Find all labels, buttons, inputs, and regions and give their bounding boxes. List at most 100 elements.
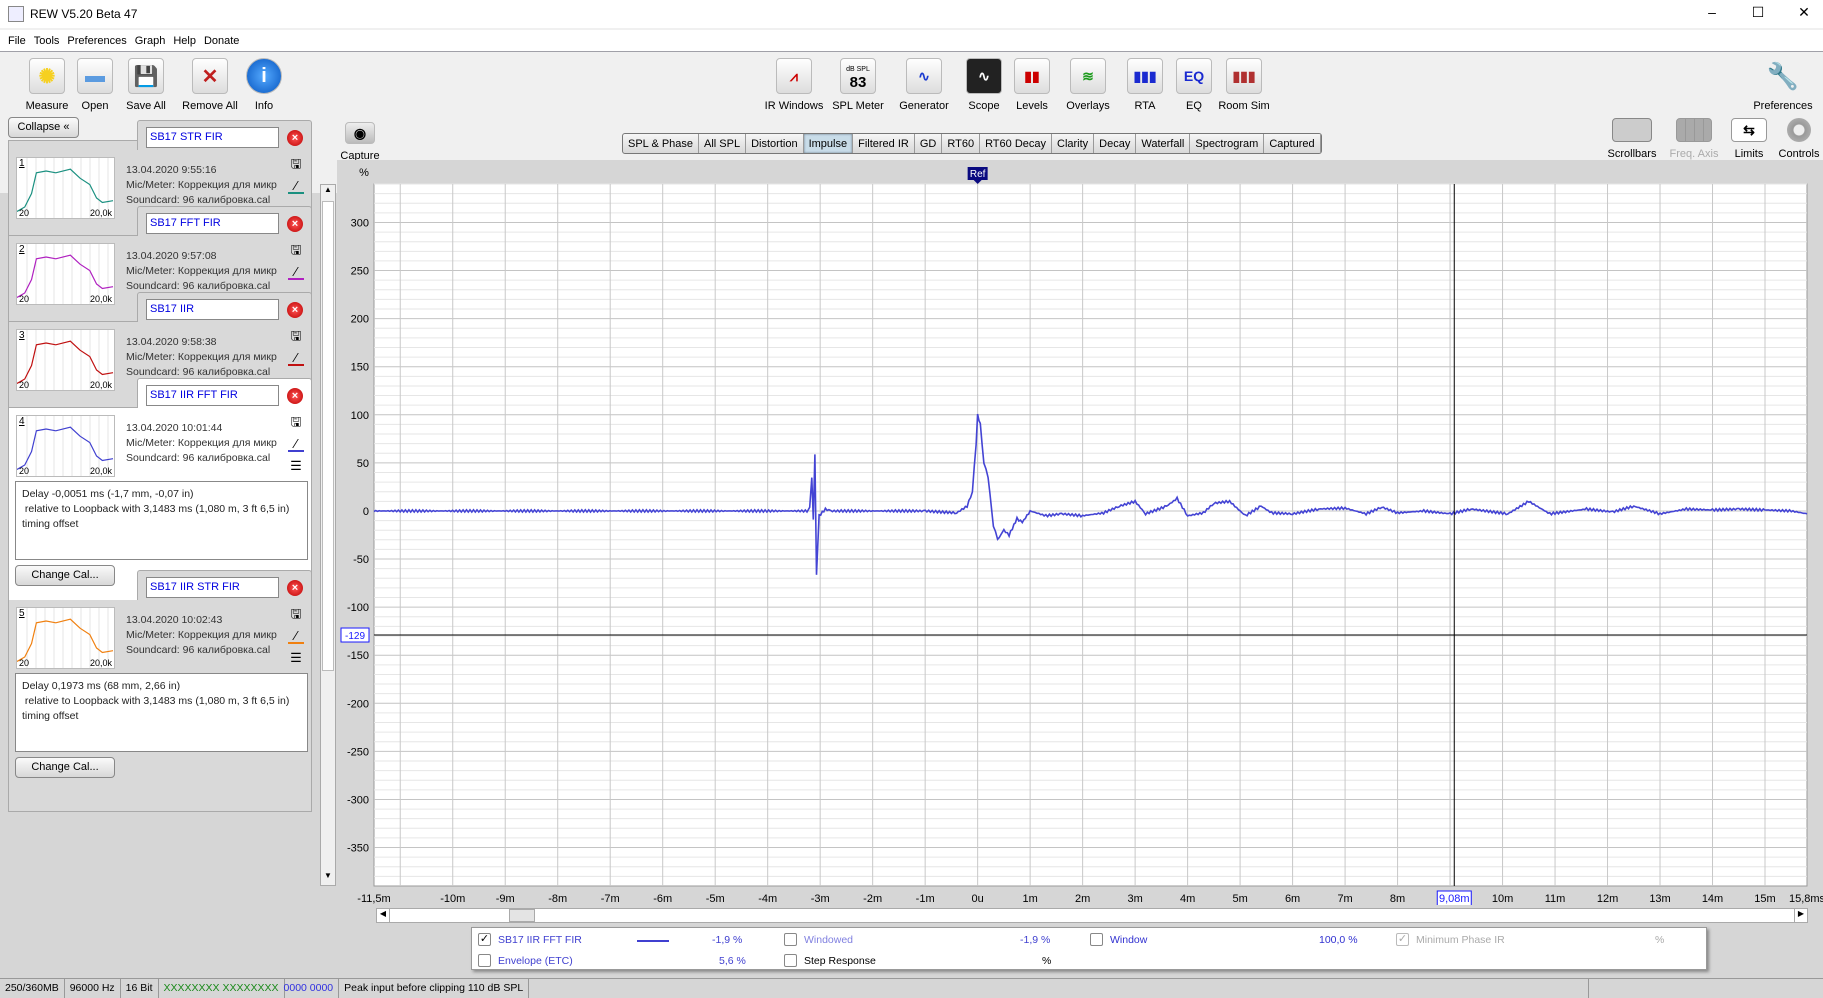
tab-distortion[interactable]: Distortion xyxy=(746,134,804,153)
remove-measurement-icon[interactable]: × xyxy=(287,580,303,596)
measurement-name-input[interactable]: SB17 IIR xyxy=(146,299,279,320)
save-measurement-icon[interactable]: 🖫 xyxy=(288,605,304,621)
h-scroll-thumb[interactable] xyxy=(509,909,535,922)
y-axis-unit: % xyxy=(359,167,369,179)
menu-file[interactable]: File xyxy=(8,35,26,47)
scroll-thumb[interactable] xyxy=(322,201,334,671)
status-clip-counter: 0000 0000 xyxy=(279,979,340,998)
trace-color-icon[interactable]: ⁄ xyxy=(288,178,304,194)
scroll-right-icon[interactable]: ▶ xyxy=(1794,909,1807,922)
thumb-fmax: 20,0k xyxy=(89,466,112,476)
remove-measurement-icon[interactable]: × xyxy=(287,130,303,146)
notes-icon[interactable]: ☰ xyxy=(288,458,304,474)
save-measurement-icon[interactable]: 🖫 xyxy=(288,241,304,257)
checkbox-windowed[interactable] xyxy=(784,933,797,946)
tab-waterfall[interactable]: Waterfall xyxy=(1136,134,1191,153)
checkbox-step-response[interactable] xyxy=(784,954,797,967)
tab-all-spl[interactable]: All SPL xyxy=(699,134,747,153)
measurement-name-input[interactable]: SB17 FFT FIR xyxy=(146,213,279,234)
preferences-button[interactable]: 🔧 Preferences xyxy=(1748,58,1818,113)
measurement-thumbnail[interactable]: 2 20 20,0k xyxy=(16,243,115,305)
y-tick-label: 100 xyxy=(351,410,369,422)
y-tick-label: -50 xyxy=(353,554,369,566)
menu-graph[interactable]: Graph xyxy=(135,35,166,47)
menu-preferences[interactable]: Preferences xyxy=(67,35,126,47)
trace-color-icon[interactable]: ⁄ xyxy=(288,628,304,644)
menu-tools[interactable]: Tools xyxy=(34,35,60,47)
panel-scrollbar[interactable]: ▲ ▼ xyxy=(320,184,336,886)
tab-filtered-ir[interactable]: Filtered IR xyxy=(853,134,915,153)
x-tick-label: 13m xyxy=(1649,893,1670,905)
checkbox-envelope[interactable] xyxy=(478,954,491,967)
measurement-number: 4 xyxy=(19,416,25,427)
measurement-thumbnail[interactable]: 5 20 20,0k xyxy=(16,607,115,669)
menu-help[interactable]: Help xyxy=(173,35,196,47)
graph-h-scrollbar[interactable]: ◀ ▶ xyxy=(376,908,1808,923)
cursor-y-label: -129 xyxy=(345,631,365,642)
toolbar-label: SPL Meter xyxy=(832,100,884,112)
tab-spectrogram[interactable]: Spectrogram xyxy=(1190,134,1265,153)
x-tick-label: 1m xyxy=(1022,893,1037,905)
app-icon xyxy=(8,6,24,22)
tab-impulse[interactable]: Impulse xyxy=(803,134,854,153)
save-measurement-icon[interactable]: 🖫 xyxy=(288,327,304,343)
scrollbars-button[interactable]: Scrollbars xyxy=(1597,118,1667,160)
remove-measurement-icon[interactable]: × xyxy=(287,302,303,318)
room-sim-button[interactable]: ▮▮▮ Room Sim xyxy=(1209,58,1279,112)
legend-value-step: % xyxy=(1042,955,1052,967)
trace-color-icon[interactable]: ⁄ xyxy=(288,350,304,366)
change-cal-button[interactable]: Change Cal... xyxy=(15,757,115,778)
menu-donate[interactable]: Donate xyxy=(204,35,239,47)
measurement-thumbnail[interactable]: 4 20 20,0k xyxy=(16,415,115,477)
tab-decay[interactable]: Decay xyxy=(1094,134,1137,153)
close-button[interactable]: ✕ xyxy=(1784,4,1823,21)
save-measurement-icon[interactable]: 🖫 xyxy=(288,155,304,171)
maximize-button[interactable]: ☐ xyxy=(1738,4,1778,21)
delay-info: Delay -0,0051 ms (-1,7 mm, -0,07 in) rel… xyxy=(15,481,308,560)
x-tick-label: -4m xyxy=(758,893,777,905)
capture-button[interactable]: ◉ Capture xyxy=(325,122,395,162)
checkbox-window[interactable] xyxy=(1090,933,1103,946)
checkbox-sb17-iir-fft-fir[interactable]: ✓ xyxy=(478,933,491,946)
legend-label-measurement: SB17 IIR FFT FIR xyxy=(498,934,582,946)
measurement-thumbnail[interactable]: 1 20 20,0k xyxy=(16,157,115,219)
delay-info: Delay 0,1973 ms (68 mm, 2,66 in) relativ… xyxy=(15,673,308,752)
ir-windows-button[interactable]: ⩘ IR Windows xyxy=(759,58,829,112)
tab-rt60-decay[interactable]: RT60 Decay xyxy=(980,134,1052,153)
measurement-soundcard: Soundcard: 96 калибровка.cal xyxy=(126,644,271,656)
save-measurement-icon[interactable]: 🖫 xyxy=(288,413,304,429)
remove-icon: ✕ xyxy=(192,58,228,94)
trace-color-icon[interactable]: ⁄ xyxy=(288,436,304,452)
tab-clarity[interactable]: Clarity xyxy=(1052,134,1095,153)
info-button[interactable]: i Info xyxy=(229,58,299,112)
impulse-chart[interactable]: % 300 250 200 150 100 50 0 -50 -100 -150 -200 -250 -3… xyxy=(337,160,1823,905)
measurement-name-input[interactable]: SB17 STR FIR xyxy=(146,127,279,148)
controls-button[interactable]: Controls xyxy=(1764,118,1823,160)
measurement-name-input[interactable]: SB17 IIR FFT FIR xyxy=(146,385,279,406)
wrench-icon: 🔧 xyxy=(1766,60,1800,91)
collapse-label: Collapse xyxy=(17,121,61,133)
tab-rt60[interactable]: RT60 xyxy=(942,134,981,153)
tab-spl-phase[interactable]: SPL & Phase xyxy=(623,134,700,153)
measurement-thumbnail[interactable]: 3 20 20,0k xyxy=(16,329,115,391)
minimize-button[interactable]: – xyxy=(1692,4,1732,20)
preferences-label: Preferences xyxy=(1753,100,1813,112)
tab-gd[interactable]: GD xyxy=(915,134,943,153)
scroll-left-icon[interactable]: ◀ xyxy=(377,909,390,922)
room-sim-icon: ▮▮▮ xyxy=(1226,58,1262,94)
scroll-down-icon[interactable]: ▼ xyxy=(322,871,334,880)
remove-measurement-icon[interactable]: × xyxy=(287,216,303,232)
save-all-button[interactable]: 💾 Save All xyxy=(111,58,181,112)
notes-icon[interactable]: ☰ xyxy=(288,650,304,666)
spl-meter-button[interactable]: dB SPL 83 SPL Meter xyxy=(823,58,893,112)
remove-measurement-icon[interactable]: × xyxy=(287,388,303,404)
change-cal-button[interactable]: Change Cal... xyxy=(15,565,115,586)
collapse-button[interactable]: Collapse « xyxy=(8,117,79,138)
tab-captured[interactable]: Captured xyxy=(1264,134,1321,153)
status-peak-input: Peak input before clipping 110 dB SPL xyxy=(339,979,530,998)
trace-color-icon[interactable]: ⁄ xyxy=(288,264,304,280)
thumb-fmax: 20,0k xyxy=(89,294,112,304)
measurement-name-input[interactable]: SB17 IIR STR FIR xyxy=(146,577,279,598)
checkbox-minimum-phase-ir[interactable]: ✓ xyxy=(1396,933,1409,946)
scroll-up-icon[interactable]: ▲ xyxy=(322,185,334,194)
